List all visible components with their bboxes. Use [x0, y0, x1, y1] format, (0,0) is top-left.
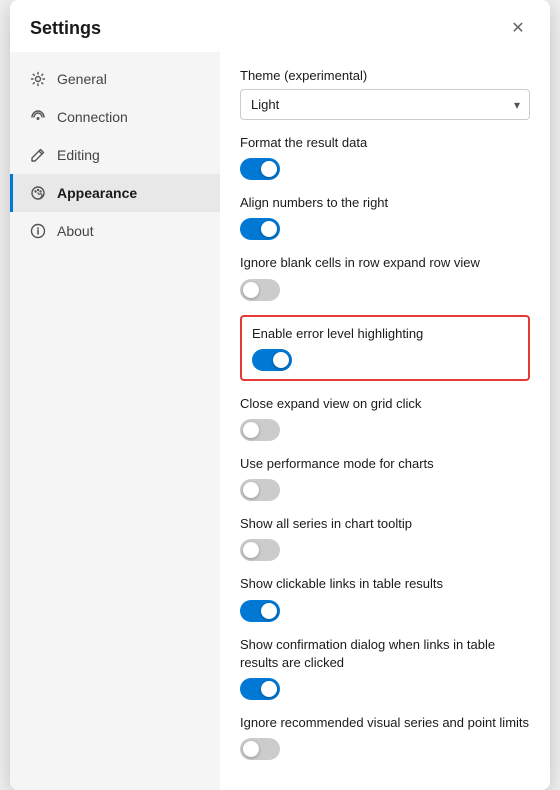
- setting-group-format-result: Format the result data: [240, 134, 530, 180]
- toggle-container-format-result: [240, 158, 530, 180]
- toggle-container-confirm-dialog: [240, 678, 530, 700]
- toggle-thumb-enable-error: [273, 352, 289, 368]
- setting-group-show-all-series: Show all series in chart tooltip: [240, 515, 530, 561]
- toggle-container-performance-mode: [240, 479, 530, 501]
- setting-group-align-numbers: Align numbers to the right: [240, 194, 530, 240]
- setting-label-clickable-links: Show clickable links in table results: [240, 575, 530, 593]
- sidebar-item-label-general: General: [57, 71, 107, 87]
- sidebar-item-label-about: About: [57, 223, 94, 239]
- toggle-confirm-dialog[interactable]: [240, 678, 280, 700]
- palette-icon: [29, 184, 47, 202]
- setting-label-ignore-visual: Ignore recommended visual series and poi…: [240, 714, 530, 732]
- toggle-format-result[interactable]: [240, 158, 280, 180]
- connection-icon: [29, 108, 47, 126]
- toggle-thumb-ignore-visual: [243, 741, 259, 757]
- toggle-track-enable-error[interactable]: [252, 349, 292, 371]
- highlighted-setting-enable-error: Enable error level highlighting: [240, 315, 530, 381]
- toggle-thumb-clickable-links: [261, 603, 277, 619]
- setting-group-ignore-blank: Ignore blank cells in row expand row vie…: [240, 254, 530, 300]
- dialog-title: Settings: [30, 18, 101, 39]
- toggle-track-performance-mode[interactable]: [240, 479, 280, 501]
- toggle-track-ignore-visual[interactable]: [240, 738, 280, 760]
- toggle-thumb-format-result: [261, 161, 277, 177]
- sidebar-item-editing[interactable]: Editing: [10, 136, 220, 174]
- setting-label-enable-error: Enable error level highlighting: [252, 325, 518, 343]
- toggle-thumb-confirm-dialog: [261, 681, 277, 697]
- dialog-body: General Connection Editing Appearance Ab…: [10, 52, 550, 790]
- toggle-show-all-series[interactable]: [240, 539, 280, 561]
- gear-icon: [29, 70, 47, 88]
- toggle-container-ignore-blank: [240, 279, 530, 301]
- toggle-container-ignore-visual: [240, 738, 530, 760]
- setting-label-confirm-dialog: Show confirmation dialog when links in t…: [240, 636, 530, 672]
- dialog-header: Settings ✕: [10, 0, 550, 52]
- toggle-thumb-show-all-series: [243, 542, 259, 558]
- setting-group-performance-mode: Use performance mode for charts: [240, 455, 530, 501]
- setting-label-close-expand: Close expand view on grid click: [240, 395, 530, 413]
- toggle-thumb-align-numbers: [261, 221, 277, 237]
- pencil-icon: [29, 146, 47, 164]
- content-area: Theme (experimental) LightDarkSystem▾ Form…: [220, 52, 550, 790]
- toggle-align-numbers[interactable]: [240, 218, 280, 240]
- toggle-close-expand[interactable]: [240, 419, 280, 441]
- setting-group-close-expand: Close expand view on grid click: [240, 395, 530, 441]
- toggle-container-close-expand: [240, 419, 530, 441]
- sidebar-item-general[interactable]: General: [10, 60, 220, 98]
- setting-label-format-result: Format the result data: [240, 134, 530, 152]
- toggle-track-ignore-blank[interactable]: [240, 279, 280, 301]
- settings-dialog: Settings ✕ General Connection Editing Ap…: [10, 0, 550, 790]
- toggle-container-align-numbers: [240, 218, 530, 240]
- sidebar-item-appearance[interactable]: Appearance: [10, 174, 220, 212]
- sidebar-item-label-connection: Connection: [57, 109, 128, 125]
- toggle-thumb-performance-mode: [243, 482, 259, 498]
- toggle-track-close-expand[interactable]: [240, 419, 280, 441]
- setting-group-confirm-dialog: Show confirmation dialog when links in t…: [240, 636, 530, 700]
- theme-label: Theme (experimental): [240, 68, 530, 83]
- toggle-container-show-all-series: [240, 539, 530, 561]
- close-button[interactable]: ✕: [506, 16, 530, 40]
- sidebar-item-about[interactable]: About: [10, 212, 220, 250]
- toggle-track-align-numbers[interactable]: [240, 218, 280, 240]
- setting-label-performance-mode: Use performance mode for charts: [240, 455, 530, 473]
- toggle-thumb-ignore-blank: [243, 282, 259, 298]
- setting-label-show-all-series: Show all series in chart tooltip: [240, 515, 530, 533]
- setting-label-align-numbers: Align numbers to the right: [240, 194, 530, 212]
- sidebar: General Connection Editing Appearance Ab…: [10, 52, 220, 790]
- toggle-track-confirm-dialog[interactable]: [240, 678, 280, 700]
- sidebar-item-label-editing: Editing: [57, 147, 100, 163]
- theme-select[interactable]: LightDarkSystem: [240, 89, 530, 120]
- theme-section: Theme (experimental) LightDarkSystem▾: [240, 68, 530, 120]
- toggle-ignore-blank[interactable]: [240, 279, 280, 301]
- toggle-container-clickable-links: [240, 600, 530, 622]
- theme-select-wrapper: LightDarkSystem▾: [240, 89, 530, 120]
- setting-group-ignore-visual: Ignore recommended visual series and poi…: [240, 714, 530, 760]
- toggle-track-show-all-series[interactable]: [240, 539, 280, 561]
- setting-label-ignore-blank: Ignore blank cells in row expand row vie…: [240, 254, 530, 272]
- toggle-performance-mode[interactable]: [240, 479, 280, 501]
- toggle-thumb-close-expand: [243, 422, 259, 438]
- toggle-ignore-visual[interactable]: [240, 738, 280, 760]
- toggle-clickable-links[interactable]: [240, 600, 280, 622]
- info-icon: [29, 222, 47, 240]
- setting-group-clickable-links: Show clickable links in table results: [240, 575, 530, 621]
- sidebar-item-label-appearance: Appearance: [57, 185, 137, 201]
- toggle-enable-error[interactable]: [252, 349, 292, 371]
- toggle-container-enable-error: [252, 349, 518, 371]
- toggle-track-format-result[interactable]: [240, 158, 280, 180]
- toggle-track-clickable-links[interactable]: [240, 600, 280, 622]
- sidebar-item-connection[interactable]: Connection: [10, 98, 220, 136]
